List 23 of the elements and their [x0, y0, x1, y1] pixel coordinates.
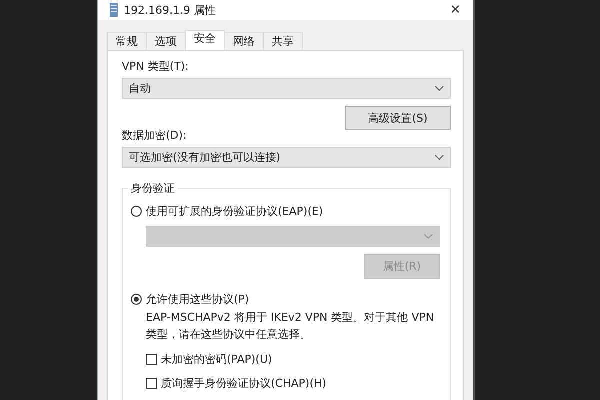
- description-text: EAP-MSCHAPv2 将用于 IKEv2 VPN 类型。对于其他 VPN 类型，请在这些协议中任意选择。: [146, 310, 436, 343]
- chevron-down-icon: [424, 234, 433, 239]
- close-button[interactable]: ✕: [438, 2, 473, 18]
- checkbox-label: 质询握手身份验证协议(CHAP)(H): [161, 376, 327, 390]
- advanced-settings-button[interactable]: 高级设置(S): [345, 106, 451, 130]
- radio-label: 使用可扩展的身份验证协议(EAP)(E): [146, 204, 324, 218]
- chevron-down-icon: [435, 155, 444, 160]
- encryption-label: 数据加密(D):: [122, 128, 188, 143]
- radio-label: 允许使用这些协议(P): [146, 292, 250, 306]
- tab[interactable]: 常规: [107, 32, 147, 50]
- vpn-type-dropdown[interactable]: 自动: [122, 78, 451, 99]
- checkbox[interactable]: [146, 378, 157, 388]
- window-title: 192.169.1.9 属性: [124, 2, 217, 18]
- tab[interactable]: 安全: [185, 30, 225, 50]
- radio-button[interactable]: [131, 294, 142, 304]
- group-title: 身份验证: [128, 181, 178, 196]
- encryption-dropdown[interactable]: 可选加密(没有加密也可以连接): [122, 147, 451, 168]
- server-icon: [110, 3, 118, 17]
- checkbox[interactable]: [146, 354, 157, 364]
- checkbox-label: 未加密的密码(PAP)(U): [161, 352, 272, 366]
- chevron-down-icon: [435, 86, 444, 91]
- tab[interactable]: 共享: [263, 32, 303, 50]
- vpn-type-label: VPN 类型(T):: [122, 59, 190, 74]
